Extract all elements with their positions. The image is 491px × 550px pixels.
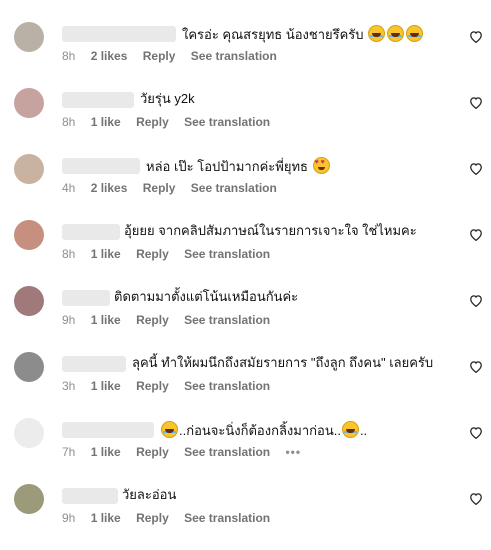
laugh-emoji-icon: [387, 25, 405, 42]
username-blurred[interactable]: [62, 290, 110, 306]
username-blurred[interactable]: [62, 356, 126, 372]
username-blurred[interactable]: [62, 422, 154, 438]
laugh-emoji-icon: [161, 421, 178, 438]
reply-button[interactable]: Reply: [136, 445, 169, 459]
comment-item: อุ้ยยย จากคลิปสัมภาษณ์ในรายการเจาะใจ ใช่…: [0, 220, 491, 286]
comment-text: ลุคนี้ ทำให้ผมนึกถึงสมัยรายการ "ถึงลูก ถ…: [132, 355, 434, 370]
heart-icon[interactable]: [469, 96, 483, 109]
more-options-icon[interactable]: •••: [285, 445, 301, 459]
like-count[interactable]: 1 like: [91, 445, 121, 459]
comment-item: หล่อ เป๊ะ โอปป้ามากค่ะพี่ยุทธ 4h 2 likes…: [0, 154, 491, 220]
timestamp: 8h: [62, 247, 76, 261]
timestamp: 4h: [62, 181, 76, 195]
see-translation-button[interactable]: See translation: [184, 379, 270, 393]
comment-meta: 4h 2 likes Reply See translation: [62, 181, 289, 195]
comment-meta: 8h 1 like Reply See translation: [62, 247, 282, 261]
avatar[interactable]: [14, 88, 44, 118]
see-translation-button[interactable]: See translation: [184, 115, 270, 129]
comment-text: วัยรุ่น y2k: [140, 91, 195, 106]
reply-button[interactable]: Reply: [136, 247, 169, 261]
timestamp: 3h: [62, 379, 76, 393]
comment-text: ..ก่อนจะนิ่งก็ต้องกลิ้งมาก่อน....: [160, 421, 367, 439]
comment-text: ใครอ่ะ คุณสรยุทธ น้องชายรึครับ: [182, 25, 424, 43]
heart-icon[interactable]: [469, 228, 483, 241]
avatar[interactable]: [14, 22, 44, 52]
see-translation-button[interactable]: See translation: [184, 313, 270, 327]
reply-button[interactable]: Reply: [136, 511, 169, 525]
username-blurred[interactable]: [62, 92, 134, 108]
comment-item: ลุคนี้ ทำให้ผมนึกถึงสมัยรายการ "ถึงลูก ถ…: [0, 352, 491, 418]
reply-button[interactable]: Reply: [143, 49, 176, 63]
timestamp: 9h: [62, 511, 76, 525]
avatar[interactable]: [14, 484, 44, 514]
username-blurred[interactable]: [62, 26, 176, 42]
heart-icon[interactable]: [469, 492, 483, 505]
like-count[interactable]: 2 likes: [91, 49, 128, 63]
comment-meta: 8h 1 like Reply See translation: [62, 115, 282, 129]
heart-icon[interactable]: [469, 30, 483, 43]
avatar[interactable]: [14, 352, 44, 382]
laugh-emoji-icon: [368, 25, 386, 42]
timestamp: 9h: [62, 313, 76, 327]
avatar[interactable]: [14, 220, 44, 250]
see-translation-button[interactable]: See translation: [184, 511, 270, 525]
username-blurred[interactable]: [62, 224, 120, 240]
like-count[interactable]: 1 like: [91, 313, 121, 327]
username-blurred[interactable]: [62, 158, 140, 174]
heart-eyes-emoji-icon: [312, 157, 330, 174]
see-translation-button[interactable]: See translation: [191, 49, 277, 63]
comment-meta: 8h 2 likes Reply See translation: [62, 49, 289, 63]
avatar[interactable]: [14, 418, 44, 448]
laugh-emoji-icon: [341, 421, 359, 438]
timestamp: 8h: [62, 49, 76, 63]
comment-meta: 3h 1 like Reply See translation: [62, 379, 282, 393]
comment-item: วัยละอ่อน 9h 1 like Reply See translatio…: [0, 484, 491, 550]
like-count[interactable]: 1 like: [91, 379, 121, 393]
like-count[interactable]: 1 like: [91, 511, 121, 525]
comment-meta: 9h 1 like Reply See translation: [62, 511, 282, 525]
heart-icon[interactable]: [469, 162, 483, 175]
heart-icon[interactable]: [469, 294, 483, 307]
timestamp: 7h: [62, 445, 76, 459]
avatar[interactable]: [14, 154, 44, 184]
see-translation-button[interactable]: See translation: [184, 445, 270, 459]
username-blurred[interactable]: [62, 488, 118, 504]
timestamp: 8h: [62, 115, 76, 129]
comment-text: ติดตามมาตั้งแต่โน้นเหมือนกันค่ะ: [114, 289, 299, 304]
like-count[interactable]: 1 like: [91, 247, 121, 261]
like-count[interactable]: 2 likes: [91, 181, 128, 195]
see-translation-button[interactable]: See translation: [184, 247, 270, 261]
reply-button[interactable]: Reply: [136, 115, 169, 129]
avatar[interactable]: [14, 286, 44, 316]
comment-text: วัยละอ่อน: [122, 487, 177, 502]
reply-button[interactable]: Reply: [136, 379, 169, 393]
comment-meta: 9h 1 like Reply See translation: [62, 313, 282, 327]
comment-meta: 7h 1 like Reply See translation •••: [62, 445, 313, 459]
comment-item: ติดตามมาตั้งแต่โน้นเหมือนกันค่ะ 9h 1 lik…: [0, 286, 491, 352]
see-translation-button[interactable]: See translation: [191, 181, 277, 195]
heart-icon[interactable]: [469, 426, 483, 439]
comment-text: อุ้ยยย จากคลิปสัมภาษณ์ในรายการเจาะใจ ใช่…: [124, 223, 417, 238]
heart-icon[interactable]: [469, 360, 483, 373]
comment-text: หล่อ เป๊ะ โอปป้ามากค่ะพี่ยุทธ: [146, 157, 331, 175]
comment-item: วัยรุ่น y2k 8h 1 like Reply See translat…: [0, 88, 491, 154]
reply-button[interactable]: Reply: [136, 313, 169, 327]
reply-button[interactable]: Reply: [143, 181, 176, 195]
comment-item: ..ก่อนจะนิ่งก็ต้องกลิ้งมาก่อน.... 7h 1 l…: [0, 418, 491, 484]
laugh-emoji-icon: [406, 25, 424, 42]
like-count[interactable]: 1 like: [91, 115, 121, 129]
comment-item: ใครอ่ะ คุณสรยุทธ น้องชายรึครับ 8h 2 like…: [0, 22, 491, 88]
